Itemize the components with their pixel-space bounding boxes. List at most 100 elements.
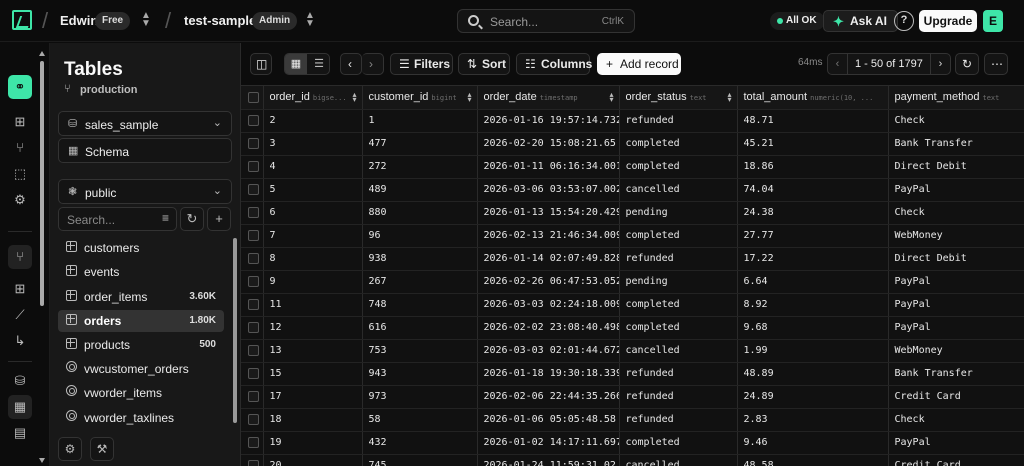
table-cell-customer-id[interactable]: 748 <box>362 293 478 317</box>
table-row[interactable]: 20 745 2026-01-24 11:59:31.02 cancelled 48.5… <box>241 454 1024 466</box>
view-item-vworder-items[interactable]: vworder_items <box>58 382 224 404</box>
panel-scrollbar[interactable] <box>233 238 237 423</box>
table-cell-customer-id[interactable]: 267 <box>362 270 478 294</box>
table-cell-order-status[interactable]: completed <box>619 293 738 317</box>
settings-icon[interactable]: ⚙ <box>8 188 32 212</box>
column-header-order-id[interactable]: order_id bigse... ▴ ▾ <box>263 86 363 110</box>
table-item-customers[interactable]: customers <box>58 237 224 259</box>
table-item-products[interactable]: products 500 <box>58 334 224 356</box>
row-select-cell[interactable] <box>241 178 264 202</box>
sidebar-toggle-icon[interactable]: ◫ <box>250 53 272 75</box>
table-cell-total-amount[interactable]: 2.83 <box>737 408 889 432</box>
row-select-cell[interactable] <box>241 155 264 179</box>
table-row[interactable]: 15 943 2026-01-18 19:30:18.339 refunded 48.8… <box>241 362 1024 386</box>
table-cell-total-amount[interactable]: 48.89 <box>737 362 889 386</box>
view-item-vworder-taxlines[interactable]: vworder_taxlines <box>58 407 224 429</box>
table-cell-order-id[interactable]: 15 <box>263 362 363 386</box>
row-select-cell[interactable] <box>241 408 264 432</box>
table-editor-icon[interactable]: ▦ <box>8 395 32 419</box>
table-cell-order-date[interactable]: 2026-02-06 22:44:35.266 <box>477 385 620 409</box>
table-cell-total-amount[interactable]: 9.68 <box>737 316 889 340</box>
table-cell-total-amount[interactable]: 27.77 <box>737 224 889 248</box>
row-select-cell[interactable] <box>241 293 264 317</box>
row-checkbox[interactable] <box>248 368 259 379</box>
sort-toggle-icon[interactable]: ▴ ▾ <box>467 91 471 104</box>
table-cell-total-amount[interactable]: 48.71 <box>737 109 889 133</box>
table-cell-customer-id[interactable]: 272 <box>362 155 478 179</box>
help-icon[interactable]: ? <box>894 11 914 31</box>
row-select-cell[interactable] <box>241 385 264 409</box>
table-cell-order-status[interactable]: refunded <box>619 362 738 386</box>
prev-page-icon[interactable]: ‹ <box>828 54 848 74</box>
table-cell-order-status[interactable]: pending <box>619 201 738 225</box>
table-row[interactable]: 2 1 2026-01-16 19:57:14.732 refunded 48.71 Ch… <box>241 109 1024 133</box>
avatar[interactable]: E <box>983 10 1003 32</box>
table-cell-total-amount[interactable]: 1.99 <box>737 339 889 363</box>
table-cell-customer-id[interactable]: 943 <box>362 362 478 386</box>
back-button[interactable]: ‹ <box>340 53 362 75</box>
table-cell-order-id[interactable]: 9 <box>263 270 363 294</box>
table-cell-order-id[interactable]: 13 <box>263 339 363 363</box>
next-page-icon[interactable]: › <box>930 54 950 74</box>
sql-icon[interactable]: ▤ <box>8 421 32 445</box>
filters-button[interactable]: ☰ Filters <box>390 53 453 75</box>
table-cell-order-date[interactable]: 2026-01-02 14:17:11.697 <box>477 431 620 455</box>
column-header-order-date[interactable]: order_date timestamp ▴ ▾ <box>477 86 620 110</box>
project-switch-icon[interactable]: ▲ ▼ <box>305 11 315 29</box>
row-select-cell[interactable] <box>241 247 264 271</box>
table-cell-order-status[interactable]: completed <box>619 431 738 455</box>
row-checkbox[interactable] <box>248 437 259 448</box>
table-cell-total-amount[interactable]: 9.46 <box>737 431 889 455</box>
row-checkbox[interactable] <box>248 414 259 425</box>
view-mode-toggle[interactable]: ▦ ☰ <box>284 53 330 75</box>
table-cell-customer-id[interactable]: 489 <box>362 178 478 202</box>
more-icon[interactable]: ⋯ <box>984 53 1008 75</box>
table-cell-payment-method[interactable]: Credit Card <box>888 385 1024 409</box>
chart-icon[interactable]: ⟋ <box>8 303 32 327</box>
sort-toggle-icon[interactable]: ▴ ▾ <box>352 91 356 104</box>
column-header-payment-method[interactable]: payment_method text <box>888 86 1024 110</box>
table-cell-payment-method[interactable]: Direct Debit <box>888 247 1024 271</box>
table-cell-total-amount[interactable]: 45.21 <box>737 132 889 156</box>
table-cell-total-amount[interactable]: 48.58 <box>737 454 889 466</box>
table-row[interactable]: 9 267 2026-02-26 06:47:53.052 pending 6.64 Pa… <box>241 270 1024 294</box>
table-cell-order-id[interactable]: 6 <box>263 201 363 225</box>
workspace-switch-icon[interactable]: ▲ ▼ <box>141 11 151 29</box>
workspace-name[interactable]: Edwin <box>60 13 98 28</box>
table-cell-payment-method[interactable]: WebMoney <box>888 339 1024 363</box>
table-item-events[interactable]: events <box>58 261 224 283</box>
table-row[interactable]: 18 58 2026-01-06 05:05:48.58 refunded 2.83 Ch… <box>241 408 1024 432</box>
row-checkbox[interactable] <box>248 161 259 172</box>
table-item-order-items[interactable]: order_items 3.60K <box>58 286 224 308</box>
row-select-cell[interactable] <box>241 109 264 133</box>
table-item-orders[interactable]: orders 1.80K <box>58 310 224 332</box>
global-search[interactable]: Search... CtrlK <box>457 9 635 33</box>
connect-icon[interactable]: ⚭ <box>8 75 32 99</box>
table-cell-order-id[interactable]: 7 <box>263 224 363 248</box>
branch-icon[interactable]: ⑂ <box>8 245 32 269</box>
table-search-input[interactable]: Search... ≡ <box>58 207 177 231</box>
table-cell-order-date[interactable]: 2026-02-20 15:08:21.65 <box>477 132 620 156</box>
table-cell-order-date[interactable]: 2026-03-03 02:01:44.672 <box>477 339 620 363</box>
column-header-total-amount[interactable]: total_amount numeric(10, ... <box>737 86 889 110</box>
table-cell-payment-method[interactable]: PayPal <box>888 270 1024 294</box>
select-all-cell[interactable] <box>241 86 264 110</box>
table-cell-order-status[interactable]: completed <box>619 155 738 179</box>
table-cell-order-date[interactable]: 2026-01-18 19:30:18.339 <box>477 362 620 386</box>
view-item-vwcustomer-orders[interactable]: vwcustomer_orders <box>58 358 224 380</box>
table-cell-order-id[interactable]: 11 <box>263 293 363 317</box>
table-cell-payment-method[interactable]: Bank Transfer <box>888 132 1024 156</box>
sort-toggle-icon[interactable]: ▴ ▾ <box>727 91 731 104</box>
table-cell-order-status[interactable]: completed <box>619 224 738 248</box>
table-cell-order-date[interactable]: 2026-01-06 05:05:48.58 <box>477 408 620 432</box>
tools-icon[interactable]: ⚒ <box>90 437 114 461</box>
refresh-icon[interactable]: ↻ <box>955 53 979 75</box>
table-cell-payment-method[interactable]: Check <box>888 201 1024 225</box>
table-cell-order-status[interactable]: refunded <box>619 247 738 271</box>
tables-icon[interactable]: ⊞ <box>8 110 32 134</box>
table-row[interactable]: 6 880 2026-01-13 15:54:20.429 pending 24.38 C… <box>241 201 1024 225</box>
table-cell-customer-id[interactable]: 58 <box>362 408 478 432</box>
table-cell-customer-id[interactable]: 1 <box>362 109 478 133</box>
table-cell-payment-method[interactable]: Check <box>888 408 1024 432</box>
row-checkbox[interactable] <box>248 253 259 264</box>
